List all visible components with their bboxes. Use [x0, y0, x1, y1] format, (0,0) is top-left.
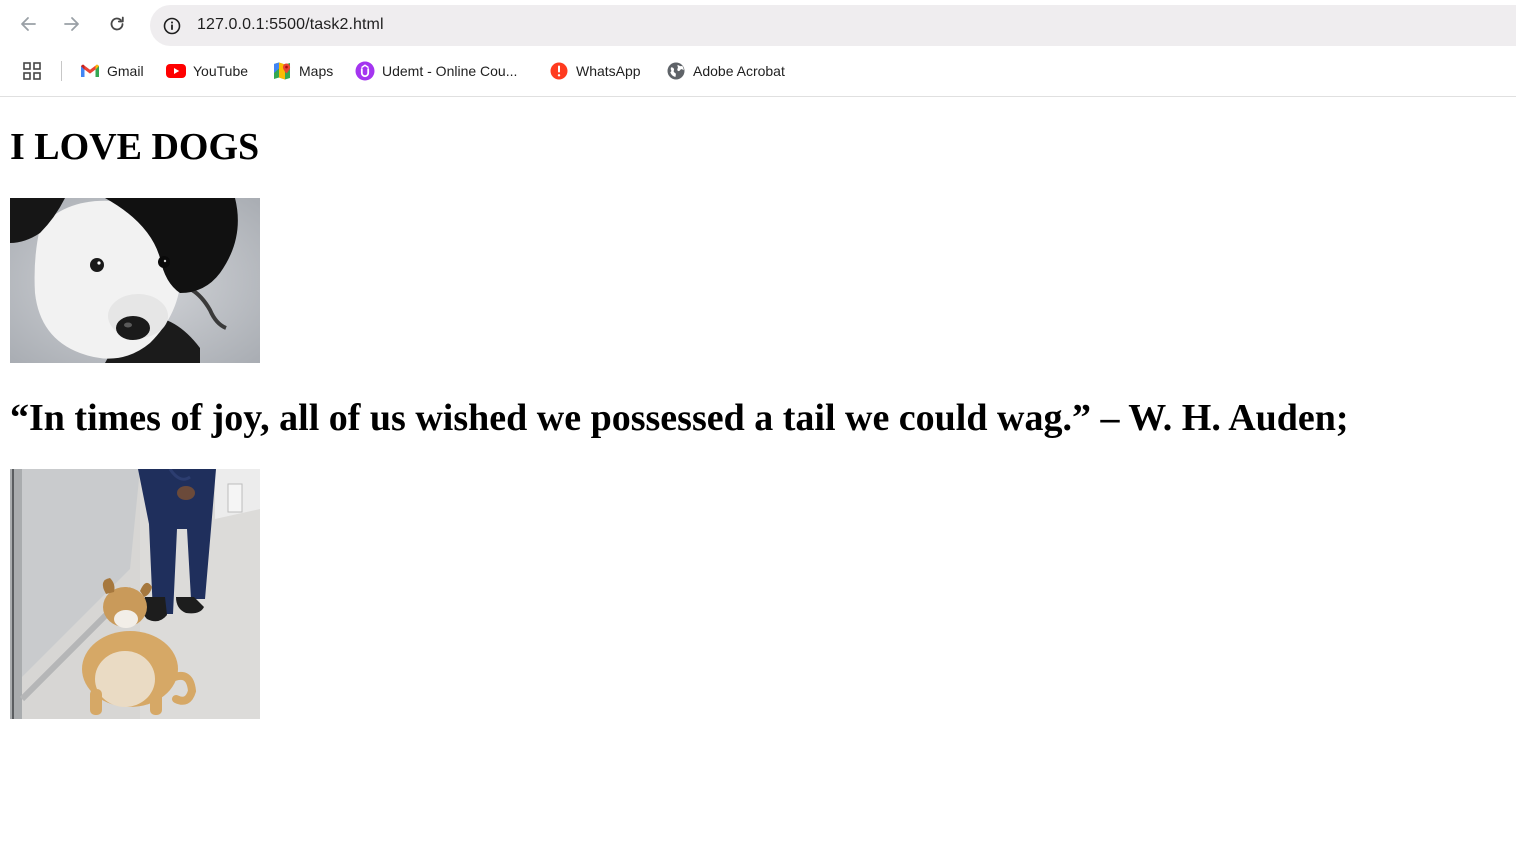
- bookmark-label: Adobe Acrobat: [693, 63, 785, 79]
- bookmark-maps[interactable]: Maps: [268, 58, 337, 84]
- url-text[interactable]: 127.0.0.1:5500/task2.html: [197, 16, 384, 34]
- bookmark-label: WhatsApp: [576, 63, 641, 79]
- youtube-icon: [166, 61, 186, 81]
- maps-icon: [272, 61, 292, 81]
- arrow-left-icon: [21, 17, 36, 31]
- bookmark-label: YouTube: [193, 63, 249, 79]
- site-info-button[interactable]: [158, 12, 186, 40]
- browser-toolbar: 127.0.0.1:5500/task2.html: [0, 0, 1516, 50]
- bookmark-label: Gmail: [107, 63, 144, 79]
- page-title: I LOVE DOGS: [10, 126, 260, 168]
- udemy-icon: [355, 61, 375, 81]
- bookmarks-separator: [61, 61, 62, 81]
- back-button[interactable]: [10, 6, 46, 42]
- dog-and-person-hallway-photo: [10, 469, 260, 719]
- forward-button[interactable]: [54, 6, 90, 42]
- bookmark-label: Udemt - Online Cou...: [382, 63, 518, 79]
- info-icon: [163, 17, 181, 35]
- bookmark-whatsapp[interactable]: WhatsApp: [545, 58, 645, 84]
- globe-icon: [666, 61, 686, 81]
- reload-icon: [110, 16, 124, 31]
- apps-button[interactable]: [18, 59, 46, 83]
- bookmark-youtube[interactable]: YouTube: [162, 58, 252, 84]
- apps-grid-icon: [23, 62, 41, 80]
- address-bar[interactable]: 127.0.0.1:5500/task2.html: [150, 5, 1516, 46]
- bookmark-udemt[interactable]: Udemt - Online Cou...: [351, 58, 521, 84]
- quote-text: “In times of joy, all of us wished we po…: [10, 397, 1349, 439]
- gmail-icon: [80, 61, 100, 81]
- arrow-right-icon: [64, 17, 79, 31]
- reload-button[interactable]: [99, 6, 135, 42]
- browser-chrome: 127.0.0.1:5500/task2.html Gmail YouTube …: [0, 0, 1516, 97]
- black-and-white-puppy-photo: [10, 198, 260, 363]
- bookmarks-bar: Gmail YouTube Maps Udemt - Online Cou...…: [0, 54, 1516, 88]
- bookmark-gmail[interactable]: Gmail: [76, 58, 148, 84]
- bookmark-adobe-acrobat[interactable]: Adobe Acrobat: [662, 58, 789, 84]
- whatsapp-icon: [549, 61, 569, 81]
- page-content: I LOVE DOGS “In times of joy, all of us …: [0, 97, 1516, 845]
- bookmark-label: Maps: [299, 63, 334, 79]
